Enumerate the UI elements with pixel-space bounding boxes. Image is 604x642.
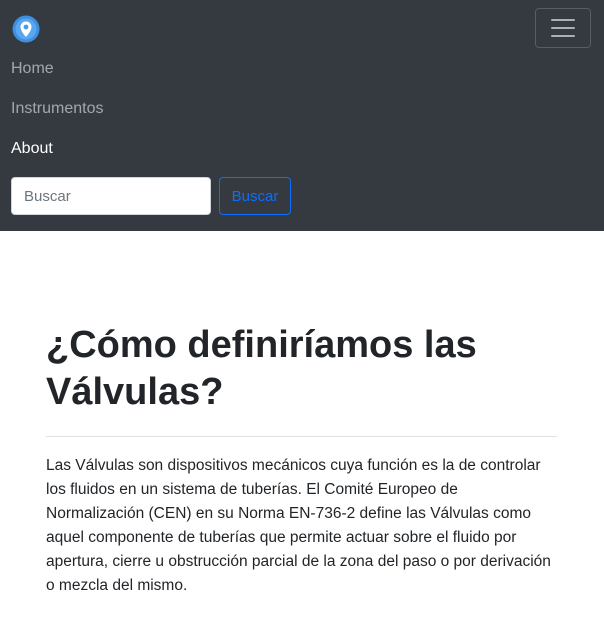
search-form: Buscar [11,177,291,215]
divider [46,436,557,437]
nav-link-about[interactable]: About [11,133,103,173]
nav-item-instrumentos: Instrumentos [11,93,103,133]
nav-item-about: About [11,133,103,173]
navbar-toggler-button[interactable] [535,8,591,48]
pin-logo-icon[interactable] [12,15,40,43]
nav-links: Home Instrumentos About [11,53,103,173]
nav-item-home: Home [11,53,103,93]
search-input[interactable] [11,177,211,215]
main-content: ¿Cómo definiríamos las Válvulas? Las Vál… [46,322,557,598]
nav-link-instrumentos[interactable]: Instrumentos [11,93,103,133]
search-button[interactable]: Buscar [219,177,291,215]
nav-link-home[interactable]: Home [11,53,103,93]
hamburger-menu-icon [551,19,575,37]
description-paragraph: Las Válvulas son dispositivos mecánicos … [46,457,551,594]
navbar: Home Instrumentos About Buscar [0,0,604,231]
page-title: ¿Cómo definiríamos las Válvulas? [46,324,477,413]
